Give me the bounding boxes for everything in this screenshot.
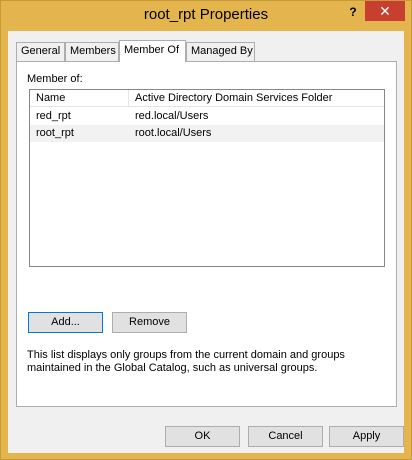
group-name: root_rpt — [36, 127, 74, 139]
info-text: This list displays only groups from the … — [27, 349, 345, 374]
member-of-list[interactable]: Name Active Directory Domain Services Fo… — [29, 89, 385, 267]
tab-member-of[interactable]: Member Of — [119, 40, 186, 62]
group-folder: root.local/Users — [135, 127, 212, 139]
properties-window: root_rpt Properties ? ✕ General Members … — [0, 0, 412, 460]
tab-members[interactable]: Members — [65, 42, 119, 61]
tab-general[interactable]: General — [16, 42, 65, 61]
list-item[interactable]: root_rpt root.local/Users — [30, 125, 384, 142]
cancel-button[interactable]: Cancel — [248, 426, 323, 447]
group-name: red_rpt — [36, 110, 71, 122]
column-header-folder[interactable]: Active Directory Domain Services Folder — [128, 90, 384, 107]
ok-button[interactable]: OK — [165, 426, 240, 447]
close-icon: ✕ — [379, 3, 391, 19]
dialog-client-area: General Members Member Of Managed By Mem… — [8, 31, 404, 453]
member-of-panel: Member of: Name Active Directory Domain … — [16, 61, 397, 407]
group-folder: red.local/Users — [135, 110, 209, 122]
apply-button[interactable]: Apply — [329, 426, 404, 447]
help-button[interactable]: ? — [341, 2, 365, 22]
title-bar[interactable]: root_rpt Properties ? ✕ — [1, 1, 411, 31]
list-header: Name Active Directory Domain Services Fo… — [30, 90, 384, 107]
member-of-label: Member of: — [27, 73, 83, 85]
list-item[interactable]: red_rpt red.local/Users — [30, 108, 384, 125]
close-button[interactable]: ✕ — [365, 1, 405, 21]
add-button[interactable]: Add... — [28, 312, 103, 333]
column-header-name[interactable]: Name — [30, 90, 128, 107]
tab-managed-by[interactable]: Managed By — [186, 42, 255, 61]
remove-button[interactable]: Remove — [112, 312, 187, 333]
